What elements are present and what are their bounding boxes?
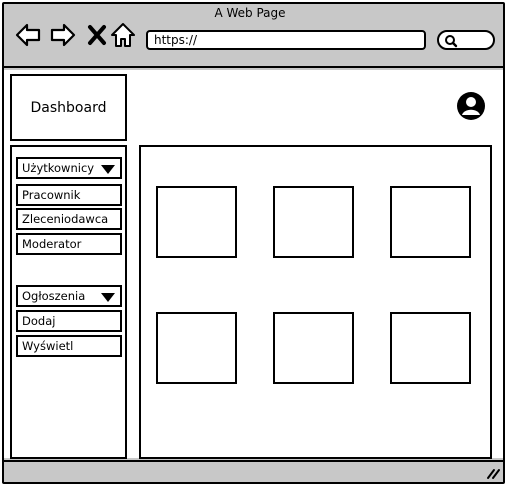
sidebar-item-label: Zleceniodawca (22, 212, 109, 226)
back-arrow-icon[interactable] (14, 21, 42, 49)
search-icon (445, 35, 458, 48)
url-input[interactable]: https:// (146, 30, 426, 50)
chevron-down-icon (101, 165, 115, 174)
ads-dropdown[interactable]: Ogłoszenia (16, 285, 122, 307)
sidebar-item-dodaj[interactable]: Dodaj (16, 310, 122, 332)
tile[interactable] (273, 312, 354, 384)
window-title: A Web Page (214, 6, 286, 20)
tile[interactable] (273, 186, 354, 258)
resize-handle-icon[interactable] (485, 466, 501, 480)
sidebar-item-wyswietl[interactable]: Wyświetl (16, 335, 122, 357)
user-avatar-icon[interactable] (456, 91, 486, 121)
users-dropdown-label: Użytkownicy (22, 161, 95, 175)
sidebar-item-label: Moderator (22, 237, 82, 251)
sidebar-item-zleceniodawca[interactable]: Zleceniodawca (16, 208, 122, 230)
close-icon[interactable] (84, 21, 112, 49)
sidebar-item-pracownik[interactable]: Pracownik (16, 184, 122, 206)
sidebar-item-label: Dodaj (22, 314, 56, 328)
status-bar (4, 460, 503, 482)
tile[interactable] (156, 312, 237, 384)
users-dropdown[interactable]: Użytkownicy (16, 157, 122, 179)
tile[interactable] (390, 312, 471, 384)
sidebar-item-moderator[interactable]: Moderator (16, 233, 122, 255)
search-field[interactable] (437, 30, 495, 50)
sidebar-item-label: Wyświetl (22, 339, 74, 353)
sidebar-item-label: Pracownik (22, 188, 81, 202)
dashboard-logo[interactable]: Dashboard (10, 74, 127, 141)
chevron-down-icon (101, 293, 115, 302)
ads-dropdown-label: Ogłoszenia (22, 289, 86, 303)
forward-arrow-icon[interactable] (49, 21, 77, 49)
home-icon[interactable] (109, 21, 137, 49)
tile[interactable] (156, 186, 237, 258)
tile[interactable] (390, 186, 471, 258)
dashboard-label: Dashboard (30, 99, 107, 116)
